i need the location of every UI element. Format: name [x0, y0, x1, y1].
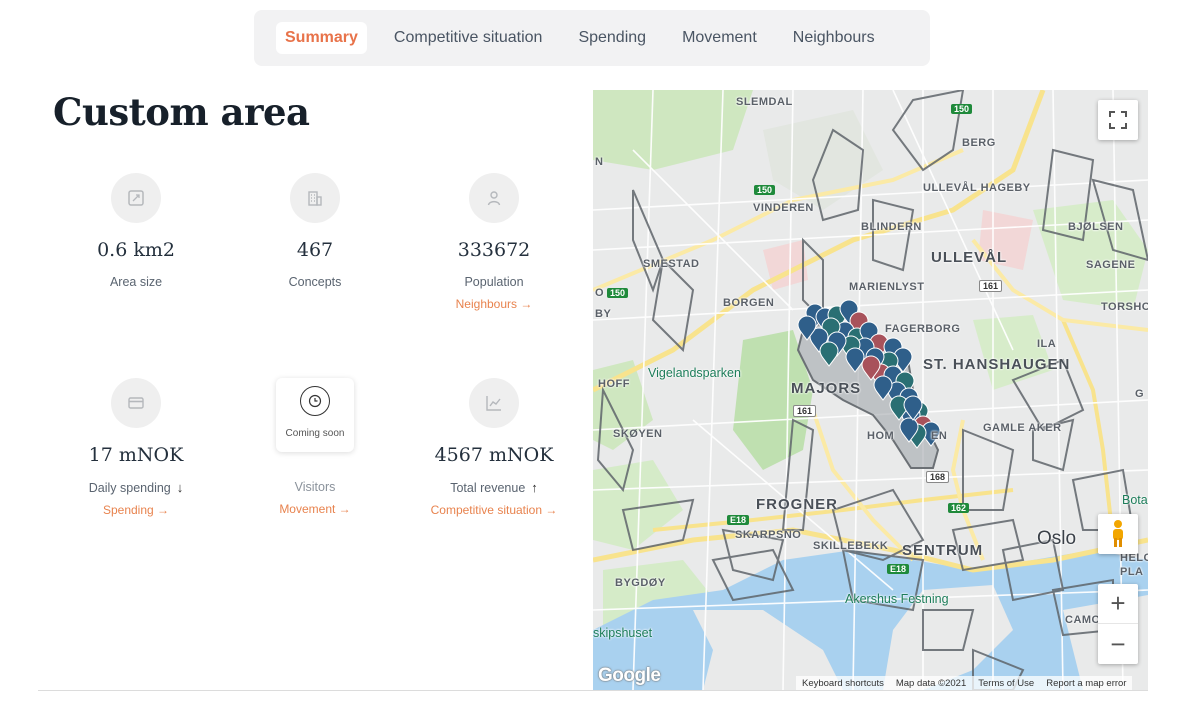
map-label-torshov: TORSHOV — [1101, 301, 1148, 313]
stat-area-size: 0.6 km2 Area size — [46, 173, 226, 289]
total-revenue-label: Total revenue ↑ — [450, 480, 538, 495]
map-footer: Keyboard shortcuts Map data ©2021 Terms … — [796, 676, 1133, 690]
zoom-controls: + − — [1098, 584, 1138, 664]
map-label-bota: Bota — [1122, 493, 1148, 507]
card-icon — [111, 378, 161, 428]
concepts-value: 467 — [296, 239, 334, 261]
zoom-in-button[interactable]: + — [1098, 584, 1138, 624]
map-label-blindern: BLINDERN — [861, 221, 922, 233]
page-title: Custom area — [53, 90, 310, 134]
total-revenue-value: 4567 mNOK — [434, 444, 554, 466]
map-label-majorstuen: MAJORS — [791, 380, 862, 397]
route-168-shield: 168 — [926, 471, 950, 483]
route-e18-shield: E18 — [727, 515, 750, 525]
map-label-fagerborg: FAGERBORG — [885, 323, 961, 335]
building-icon — [290, 173, 340, 223]
map-label-berg: BERG — [962, 137, 996, 149]
pegman-icon — [1113, 520, 1123, 547]
coming-soon-badge: Coming soon — [276, 378, 354, 452]
map-label-skipshuset: skipshuset — [593, 626, 653, 640]
daily-spending-label: Daily spending ↓ — [88, 480, 184, 495]
concepts-label: Concepts — [288, 275, 342, 289]
map-label-sagene: SAGENE — [1086, 259, 1136, 271]
stat-total-revenue: 4567 mNOK Total revenue ↑ Competitive sit… — [404, 378, 584, 517]
map-label-skillebekk: SKILLEBEKK — [813, 540, 889, 552]
spending-link[interactable]: Spending → — [46, 503, 226, 517]
visitors-label: Visitors — [294, 480, 336, 494]
map-label-bygdoy: BYGDØY — [615, 577, 666, 589]
map-label-ila: ILA — [1037, 338, 1057, 350]
map-label-sentrum: SENTRUM — [902, 542, 984, 559]
map-label-ulleval: ULLEVÅL — [931, 249, 1008, 266]
map-label-slemdal: SLEMDAL — [736, 96, 793, 108]
tab-spending[interactable]: Spending — [569, 22, 655, 54]
route-161-shield: 161 — [793, 405, 817, 417]
map-label-frogner: FROGNER — [756, 496, 838, 513]
route-161-shield: 161 — [979, 280, 1003, 292]
map-label-bjolsen: BJØLSEN — [1068, 221, 1124, 233]
fullscreen-button[interactable] — [1098, 100, 1138, 140]
tab-movement[interactable]: Movement — [673, 22, 766, 54]
map-label-marienlyst: MARIENLYST — [849, 281, 925, 293]
map-label-homansbyen: HOM — [867, 430, 895, 442]
route-162-shield: 162 — [948, 503, 970, 513]
movement-link[interactable]: Movement → — [225, 502, 405, 516]
map-label-ulleval-hageby: ULLEVÅL HAGEBY — [923, 182, 1031, 194]
route-150-shield: 150 — [607, 288, 629, 298]
street-view-pegman-button[interactable] — [1098, 514, 1138, 554]
map-label-skoyen: SKØYEN — [613, 428, 663, 440]
keyboard-shortcuts-link[interactable]: Keyboard shortcuts — [796, 678, 890, 689]
stat-population: 333672 Population Neighbours → — [404, 173, 584, 311]
map-label-vinderen: VINDEREN — [753, 202, 814, 214]
map-label-akershus-festning: Akershus Festning — [845, 592, 949, 606]
area-icon — [111, 173, 161, 223]
arrow-up-icon: ↑ — [531, 480, 538, 495]
map-label-oslo: Oslo — [1037, 528, 1077, 549]
area-size-label: Area size — [109, 275, 163, 289]
map-label-smestad: SMESTAD — [643, 258, 700, 270]
tab-neighbours[interactable]: Neighbours — [784, 22, 884, 54]
area-size-value: 0.6 km2 — [97, 239, 175, 261]
tab-bar: Summary Competitive situation Spending M… — [254, 10, 930, 66]
population-label: Population — [464, 275, 524, 289]
stat-concepts: 467 Concepts — [225, 173, 405, 289]
area-map[interactable]: SLEMDAL BERG ULLEVÅL HAGEBY VINDEREN BLI… — [593, 90, 1148, 690]
map-label-pla: PLA — [1120, 566, 1144, 578]
stat-daily-spending: 17 mNOK Daily spending ↓ Spending → — [46, 378, 226, 517]
report-map-error-link[interactable]: Report a map error — [1040, 678, 1132, 689]
map-label-hoff: HOFF — [598, 378, 630, 390]
map-label-en: EN — [931, 430, 948, 442]
arrow-down-icon: ↓ — [176, 480, 184, 495]
map-label-by: BY — [595, 308, 612, 320]
population-value: 333672 — [457, 239, 531, 261]
map-label-g: G — [1135, 388, 1145, 400]
map-data-attribution: Map data ©2021 — [895, 677, 967, 689]
route-e18-shield: E18 — [887, 564, 910, 574]
map-label-borgen: BORGEN — [723, 297, 775, 309]
clock-icon — [300, 386, 330, 416]
tab-summary[interactable]: Summary — [276, 22, 367, 54]
fullscreen-icon — [1109, 111, 1127, 129]
map-label-o: O — [595, 287, 605, 299]
zoom-out-button[interactable]: − — [1098, 624, 1138, 664]
daily-spending-value: 17 mNOK — [88, 444, 184, 466]
map-label-skarpsno: SKARPSNO — [735, 529, 802, 541]
person-icon — [469, 173, 519, 223]
tab-competitive-situation[interactable]: Competitive situation — [385, 22, 552, 54]
google-logo: Google — [598, 665, 661, 686]
bottom-divider — [38, 690, 1148, 691]
map-label-n: N — [595, 156, 604, 168]
coming-soon-text: Coming soon — [285, 428, 345, 439]
map-label-gamle-aker: GAMLE AKER — [983, 422, 1062, 434]
terms-of-use-link[interactable]: Terms of Use — [972, 678, 1040, 689]
chart-icon — [469, 378, 519, 428]
competitive-situation-link[interactable]: Competitive situation → — [404, 503, 584, 517]
stat-visitors: Coming soon Visitors Movement → — [225, 378, 405, 516]
map-label-st-hanshaugen: ST. HANSHAUGEN — [923, 356, 1071, 373]
route-150-shield: 150 — [754, 185, 776, 195]
neighbours-link[interactable]: Neighbours → — [404, 297, 584, 311]
route-150-shield: 150 — [951, 104, 973, 114]
map-label-vigelandsparken: Vigelandsparken — [648, 366, 741, 380]
